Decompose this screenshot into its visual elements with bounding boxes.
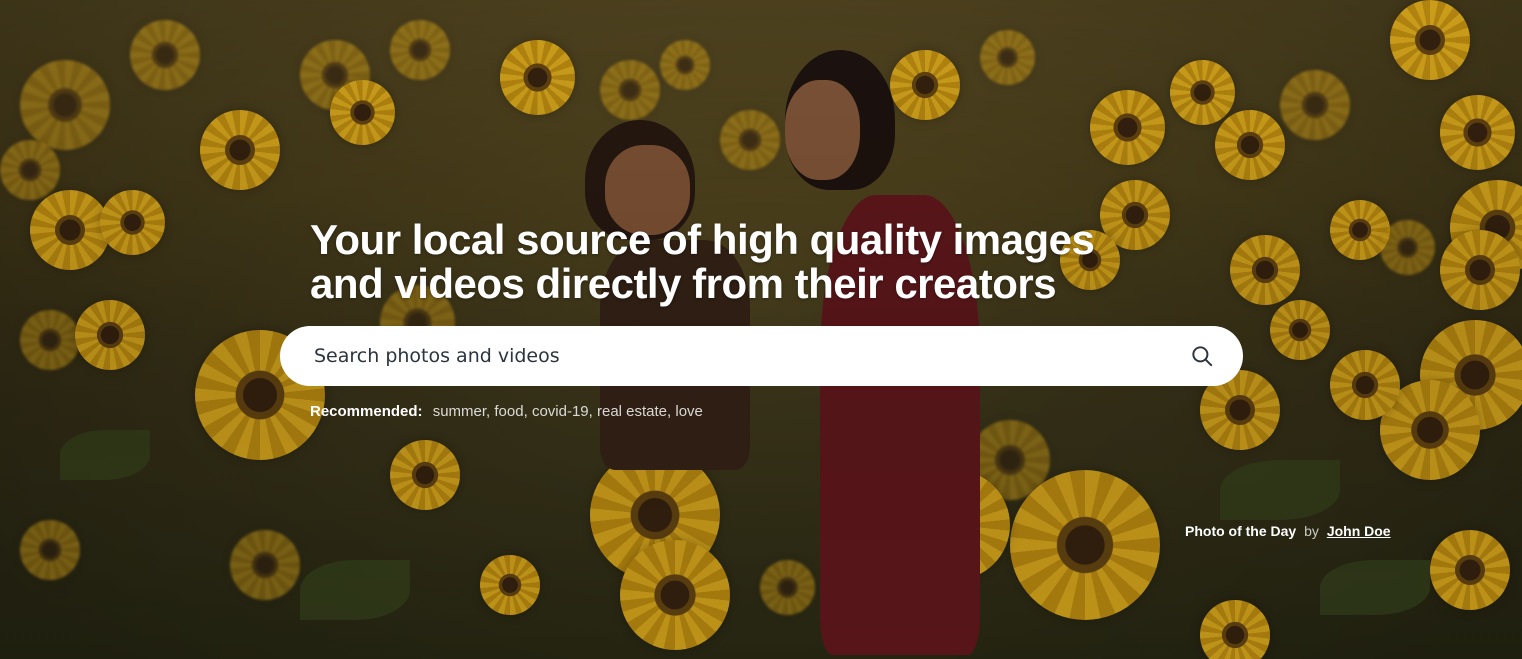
tag-summer[interactable]: summer xyxy=(433,403,486,420)
photo-author-link[interactable]: John Doe xyxy=(1327,523,1391,539)
search-icon[interactable] xyxy=(1189,343,1215,369)
hero-content: Your local source of high quality images… xyxy=(280,218,1243,420)
recommended-tags: Recommended: summer, food, covid-19, rea… xyxy=(310,403,1243,420)
hero-section: Your local source of high quality images… xyxy=(0,0,1522,659)
tag-covid-19[interactable]: covid-19 xyxy=(532,403,589,420)
tag-separator: , xyxy=(588,403,597,420)
photo-credit: Photo of the Day by John Doe xyxy=(1185,523,1391,539)
tag-separator: , xyxy=(523,403,532,420)
search-input[interactable] xyxy=(312,344,1189,368)
headline-line-1: Your local source of high quality images xyxy=(310,216,1095,263)
photo-credit-by: by xyxy=(1304,523,1319,539)
page-title: Your local source of high quality images… xyxy=(310,218,1243,306)
tag-love[interactable]: love xyxy=(675,403,703,420)
tag-food[interactable]: food xyxy=(494,403,523,420)
search-bar[interactable] xyxy=(280,326,1243,386)
headline-line-2: and videos directly from their creators xyxy=(310,260,1057,307)
recommended-label: Recommended: xyxy=(310,403,423,420)
photo-credit-title: Photo of the Day xyxy=(1185,523,1297,539)
tag-real-estate[interactable]: real estate xyxy=(597,403,667,420)
